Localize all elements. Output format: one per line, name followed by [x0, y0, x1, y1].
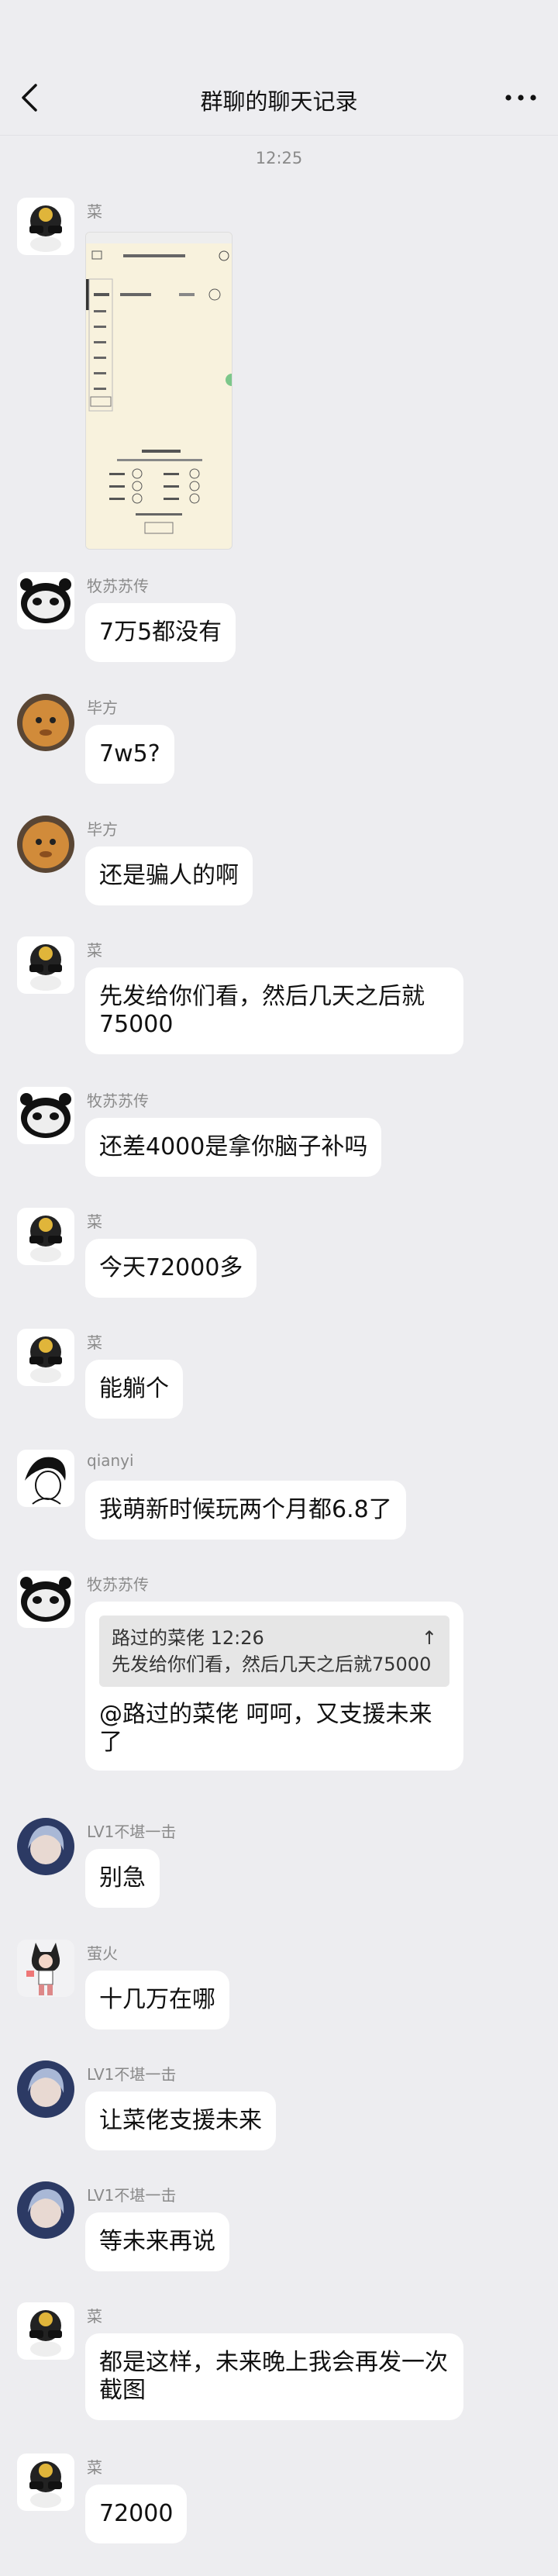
quote-text: 先发给你们看，然后几天之后就75000: [112, 1654, 432, 1675]
message-bubble[interactable]: 能躺个: [85, 1360, 183, 1419]
sender-name: 菜: [87, 2458, 102, 2477]
avatar-lv1[interactable]: [17, 2181, 74, 2239]
sender-name: 牧苏苏传: [87, 1575, 149, 1594]
image-message[interactable]: [85, 232, 232, 550]
avatar-lv1[interactable]: [17, 2060, 74, 2118]
message-bubble[interactable]: 我萌新时候玩两个月都6.8了: [85, 1481, 406, 1540]
avatar-musu[interactable]: [17, 1087, 74, 1144]
sender-name: 牧苏苏传: [87, 577, 149, 595]
sender-name: 菜: [87, 2307, 102, 2326]
avatar-cai[interactable]: [17, 2454, 74, 2511]
message-bubble[interactable]: 路过的菜佬 12:26 先发给你们看，然后几天之后就75000 ↑ @路过的菜佬…: [85, 1602, 463, 1771]
sender-name: 牧苏苏传: [87, 1091, 149, 1110]
message-bubble[interactable]: 今天72000多: [85, 1239, 257, 1298]
page-title: 群聊的聊天记录: [200, 88, 358, 115]
more-button[interactable]: [499, 84, 542, 112]
sender-name: 菜: [87, 1333, 102, 1352]
sender-name: 菜: [87, 1212, 102, 1231]
message-bubble[interactable]: 72000: [85, 2485, 188, 2543]
avatar-musu[interactable]: [17, 1571, 74, 1628]
message-bubble[interactable]: 还差4000是拿你脑子补吗: [85, 1118, 382, 1177]
jump-to-quote-icon[interactable]: ↑: [422, 1625, 437, 1651]
avatar-bifang[interactable]: [17, 694, 74, 751]
message-bubble[interactable]: 还是骗人的啊: [85, 847, 253, 905]
sender-name: LV1不堪一击: [87, 1823, 177, 1841]
top-bar: 群聊的聊天记录: [0, 0, 558, 136]
sender-name: 毕方: [87, 698, 118, 717]
sender-name: 菜: [87, 202, 102, 221]
message-bubble[interactable]: 等未来再说: [85, 2212, 229, 2271]
message-bubble[interactable]: 别急: [85, 1849, 160, 1908]
timestamp: 12:25: [255, 149, 303, 167]
message-bubble[interactable]: 7w5?: [85, 725, 174, 784]
message-bubble[interactable]: 让菜佬支援未来: [85, 2091, 276, 2150]
sender-name: qianyi: [87, 1451, 134, 1470]
avatar-qianyi[interactable]: [17, 1450, 74, 1507]
message-bubble[interactable]: 十几万在哪: [85, 1971, 229, 2029]
sender-name: 毕方: [87, 820, 118, 839]
message-bubble[interactable]: 先发给你们看，然后几天之后就75000: [85, 967, 463, 1054]
message-bubble[interactable]: 都是这样，未来晚上我会再发一次截图: [85, 2333, 463, 2420]
quoted-message[interactable]: 路过的菜佬 12:26 先发给你们看，然后几天之后就75000 ↑: [99, 1616, 450, 1687]
avatar-musu[interactable]: [17, 572, 74, 629]
sender-name: 萤火: [87, 1944, 118, 1963]
message-bubble[interactable]: 7万5都没有: [85, 603, 236, 662]
avatar-lv1[interactable]: [17, 1818, 74, 1875]
avatar-yinghuo[interactable]: [17, 1940, 74, 1997]
quote-author: 路过的菜佬 12:26: [112, 1627, 264, 1649]
avatar-cai[interactable]: [17, 2302, 74, 2360]
avatar-bifang[interactable]: [17, 816, 74, 873]
avatar-cai[interactable]: [17, 936, 74, 994]
message-text: @路过的菜佬 呵呵，又支援未来了: [99, 1701, 432, 1756]
sender-name: 菜: [87, 941, 102, 960]
sender-name: LV1不堪一击: [87, 2186, 177, 2205]
more-horizontal-icon: [505, 95, 536, 101]
sender-name: LV1不堪一击: [87, 2065, 177, 2084]
avatar-cai[interactable]: [17, 198, 74, 255]
avatar-cai[interactable]: [17, 1329, 74, 1386]
avatar-cai[interactable]: [17, 1208, 74, 1265]
